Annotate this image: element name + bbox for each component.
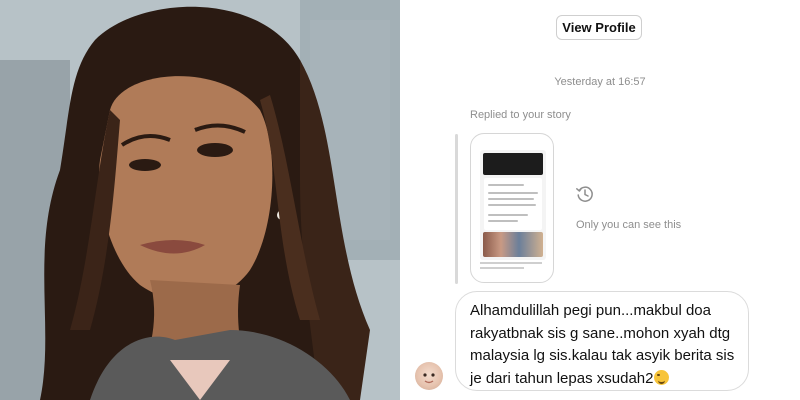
avatar-face (423, 373, 435, 384)
story-reply-label: Replied to your story (470, 109, 571, 121)
story-headline-block (483, 153, 543, 175)
message-bubble[interactable]: Alhamdulillah pegi pun...makbul doa raky… (455, 291, 749, 391)
story-preview-card[interactable] (470, 133, 554, 283)
story-caption-line (480, 262, 542, 264)
history-icon (576, 186, 593, 202)
portrait-photo (0, 0, 400, 400)
grinning-squinting-face-icon (654, 369, 670, 385)
sender-avatar[interactable] (415, 362, 443, 390)
story-thumbnail (480, 150, 546, 260)
portrait-illustration (0, 0, 400, 400)
story-photo-block (483, 232, 543, 257)
story-caption-line (480, 267, 524, 269)
message-text-line: Alhamdulillah pegi pun...makbul doa (470, 302, 711, 319)
message-text-line: rakyatbnak sis g sane..mohon xyah dtg (470, 324, 731, 342)
view-profile-button[interactable]: View Profile (556, 15, 642, 40)
message-text-line-last: je dari tahun lepas xsudah2 (470, 368, 736, 391)
message-timestamp: Yesterday at 16:57 (554, 76, 646, 88)
message-text-line: malaysia lg sis.kalau tak asyik berita s… (470, 347, 735, 364)
visibility-note: Only you can see this (576, 219, 682, 231)
message-text-line: je dari tahun lepas xsudah2 (470, 369, 654, 387)
dm-conversation-panel: View Profile Yesterday at 16:57 Replied … (400, 0, 800, 400)
story-post-block (484, 178, 542, 230)
reply-indicator-bar (455, 134, 458, 284)
